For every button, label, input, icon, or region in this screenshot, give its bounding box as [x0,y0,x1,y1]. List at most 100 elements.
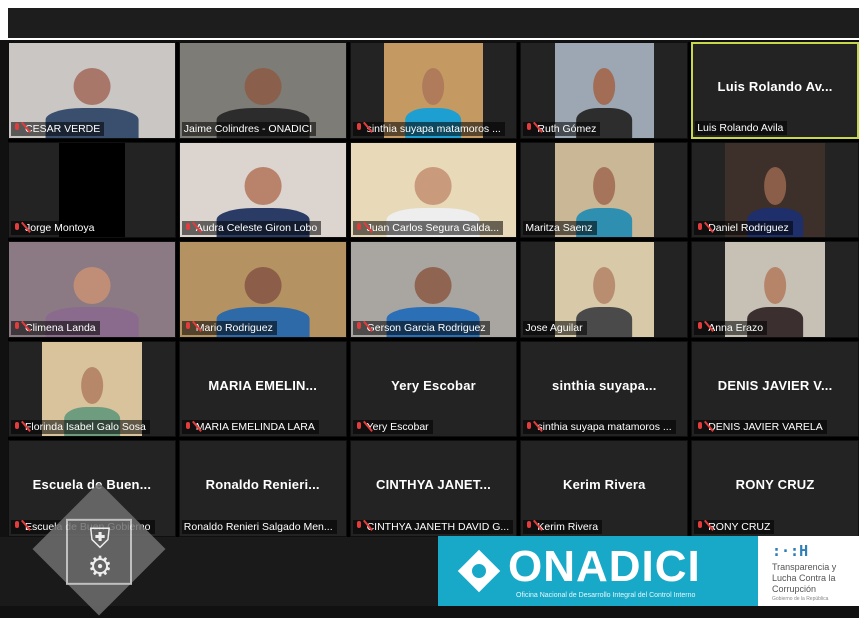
participant-display-name: Luis Rolando Av... [717,79,833,95]
mic-muted-icon [184,222,193,234]
participant-tile[interactable]: Kerim Rivera Kerim Rivera [520,440,689,537]
participant-tile[interactable]: sinthia suyapa... sinthia suyapa matamoro… [520,340,689,438]
participant-name: Jose Aguilar [525,321,583,334]
tlc-text: Transparencia y Lucha Contra la Corrupci… [772,562,836,595]
participant-name-label: Jorge Montoya [11,221,99,236]
participant-head [414,266,453,305]
participant-tile[interactable]: Maritza Saenz [520,141,689,239]
participant-tile[interactable]: RONY CRUZ RONY CRUZ [691,440,859,537]
participant-tile[interactable]: Jorge Montoya [8,141,176,239]
participant-display-name: Ronaldo Renieri... [205,477,320,493]
participant-display-name: CINTHYA JANET... [376,477,491,493]
participant-name: Luis Rolando Avila [697,121,784,134]
mic-muted-icon [184,322,193,333]
mic-muted-icon [355,521,364,532]
participant-tile[interactable]: Ronaldo Renieri... Ronaldo Renieri Salgad… [178,440,347,537]
participant-head [244,266,282,305]
participant-name: Audra Celeste Giron Lobo [195,222,318,235]
participant-tile[interactable]: DENIS JAVIER V... DENIS JAVIER VARELA [691,340,859,438]
participant-tile[interactable]: sinthia suyapa matamoros ... [349,42,518,139]
tlc-line-2: Lucha Contra la [772,573,836,583]
participant-name: DENIS JAVIER VARELA [708,421,823,434]
mic-muted-icon [525,123,534,134]
participant-name-label: CINTHYA JANETH DAVID G... [352,519,514,534]
mic-muted-icon [355,322,364,333]
participant-tile[interactable]: Daniel Rodriguez [691,141,859,239]
participant-name-label: Maritza Saenz [523,221,597,236]
participant-name-label: Jaime Colindres - ONADICI [181,121,317,136]
tlc-mark: :·:H [772,542,809,560]
participant-tile[interactable]: Gerson Garcia Rodriguez [349,241,518,338]
participant-name: MARIA EMELINDA LARA [195,421,315,434]
participant-tile[interactable]: MARIA EMELIN... MARIA EMELINDA LARA [178,340,347,438]
tlc-line-3: Corrupción [772,584,817,594]
participant-name: Maritza Saenz [525,222,593,235]
onadici-logo-icon [457,549,501,593]
participant-name-label: Audra Celeste Giron Lobo [181,221,322,236]
participant-name: Climena Landa [25,321,96,334]
participant-display-name: RONY CRUZ [735,477,815,493]
participant-head [593,67,616,105]
participant-tile[interactable]: Juan Carlos Segura Galda... [349,141,518,239]
participant-tile[interactable]: CESAR VERDE [8,42,176,139]
participant-name-label: RONY CRUZ [694,519,775,534]
participant-head [593,266,616,305]
participant-tile[interactable]: Yery Escobar Yery Escobar [349,340,518,438]
shield-gears-icon: ⛨ ⚙ [87,523,113,582]
participant-tile[interactable]: CINTHYA JANET... CINTHYA JANETH DAVID G..… [349,440,518,537]
meeting-top-bar [0,0,859,40]
participant-name-label: MARIA EMELINDA LARA [181,420,319,435]
participant-name: Mario Rodriguez [195,321,273,334]
participant-name-label: Climena Landa [11,320,100,335]
participant-tile[interactable]: Luis Rolando Av... Luis Rolando Avila [691,42,859,139]
participant-tile[interactable]: Jose Aguilar [520,241,689,338]
participant-name-label: Gerson Garcia Rodriguez [352,320,490,335]
mic-muted-icon [355,421,364,433]
participant-tile[interactable]: Ruth Gómez [520,42,689,139]
participant-name-label: Anna Erazo [694,320,768,335]
participant-tile[interactable]: Audra Celeste Giron Lobo [178,141,347,239]
top-strip [8,8,859,38]
mic-muted-icon [13,521,22,532]
participant-head [763,167,787,205]
participant-name: Ronaldo Renieri Salgado Men... [183,520,333,533]
participant-head [422,67,445,105]
participant-tile[interactable]: Mario Rodriguez [178,241,347,338]
participant-name-label: Jose Aguilar [523,320,587,335]
participant-tile[interactable]: Florinda Isabel Galo Sosa [8,340,176,438]
participant-name: sinthia suyapa matamoros ... [366,122,501,135]
participant-name-label: Yery Escobar [352,420,433,435]
mic-muted-icon [13,421,22,433]
participant-display-name: sinthia suyapa... [552,377,657,393]
mic-muted-icon [184,421,193,433]
participant-head [73,266,111,305]
participant-name-label: CESAR VERDE [11,121,105,136]
participant-name-label: DENIS JAVIER VARELA [694,420,827,435]
participant-tile[interactable]: Jaime Colindres - ONADICI [178,42,347,139]
onadici-brand-name: ONADICI [508,542,701,591]
participant-head [763,266,787,305]
participant-tile[interactable]: Anna Erazo [691,241,859,338]
mic-muted-icon [525,421,534,433]
participant-head [73,67,111,105]
participant-head [244,167,282,205]
mic-muted-icon [525,521,534,532]
participant-name: CINTHYA JANETH DAVID G... [366,520,510,533]
participant-name-label: Daniel Rodriguez [694,221,793,236]
participant-name-label: Luis Rolando Avila [695,120,788,135]
participant-name-label: Florinda Isabel Galo Sosa [11,420,150,435]
participant-name-label: Ruth Gómez [523,121,601,136]
participant-head [414,167,453,205]
mic-muted-icon [696,322,705,333]
participant-head [593,167,616,205]
participant-name: sinthia suyapa matamoros ... [537,421,672,434]
mic-muted-icon [355,123,364,134]
participant-name: Daniel Rodriguez [708,222,789,235]
participant-name-label: Mario Rodriguez [181,320,277,335]
mic-muted-icon [13,222,22,234]
participant-name: RONY CRUZ [708,520,771,533]
participant-tile[interactable]: Climena Landa [8,241,176,338]
participant-name-label: Ronaldo Renieri Salgado Men... [181,519,337,534]
transparency-logo: :·:H Transparencia y Lucha Contra la Cor… [758,536,859,606]
participant-display-name: Yery Escobar [391,377,476,393]
